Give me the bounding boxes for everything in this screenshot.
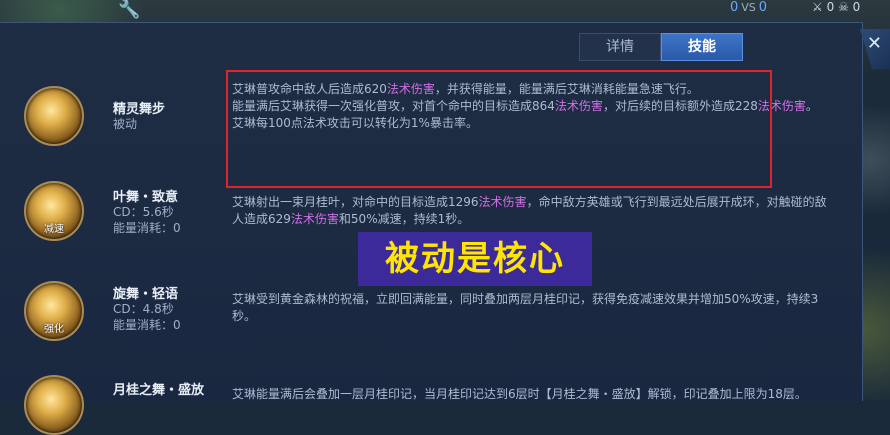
skill3-icon[interactable]: [24, 375, 84, 435]
skill-energy-cost: 能量消耗：0: [113, 318, 181, 332]
settings-wrench-icon[interactable]: 🔧: [118, 0, 142, 22]
skill-cooldown: CD：4.8秒: [113, 302, 174, 316]
score-right: 0: [758, 0, 768, 15]
kd-left: 0: [826, 0, 835, 14]
skill-cooldown: CD：5.6秒: [113, 205, 174, 219]
tab-details[interactable]: 详情: [579, 33, 661, 61]
top-hud: 🔧 0 VS 0 ⚔ 0 ☠ 0: [0, 0, 890, 22]
skill-name: 精灵舞步: [113, 102, 166, 117]
kd-right: 0: [852, 0, 861, 14]
skill-energy-cost: 能量消耗：0: [113, 221, 181, 235]
skill-description: 艾琳受到黄金森林的祝福，立即回满能量，同时叠加两层月桂印记，获得免疫减速效果并增…: [232, 292, 819, 323]
skill-name: 旋舞・轻语: [113, 287, 179, 302]
desc-text: 。: [805, 99, 818, 113]
desc-text: 艾琳射出一束月桂叶，对命中的目标造成1296: [232, 195, 479, 209]
skill-icon-tag: 强化: [44, 324, 64, 335]
close-icon[interactable]: ✕: [867, 33, 882, 54]
sword-icon: ⚔: [812, 0, 823, 14]
skill-type: 被动: [113, 117, 138, 131]
tab-bar: 详情 技能: [579, 33, 743, 61]
video-caption: 被动是核心: [358, 232, 592, 286]
highlight-box: [226, 70, 772, 188]
score-left: 0: [730, 0, 739, 15]
score-display: 0 VS 0: [730, 0, 767, 15]
hero-info-panel: ✕ 详情 技能 精灵舞步 被动 艾琳普攻命中敌人后造成620法术伤害，并获得能量…: [0, 22, 890, 435]
magic-damage-text: 法术伤害: [290, 212, 339, 226]
passive-skill-icon[interactable]: [24, 86, 84, 146]
magic-damage-text: 法术伤害: [478, 195, 527, 209]
vs-label: VS: [741, 1, 756, 14]
kd-display: ⚔ 0 ☠ 0: [812, 0, 860, 14]
tab-skills[interactable]: 技能: [661, 33, 743, 61]
skull-icon: ☠: [838, 0, 849, 14]
skill-name: 月桂之舞・盛放: [113, 383, 205, 398]
desc-text: 和50%减速，持续1秒。: [338, 212, 470, 226]
skill1-icon[interactable]: 减速: [24, 181, 84, 241]
skill-description: 艾琳能量满后会叠加一层月桂印记，当月桂印记达到6层时【月桂之舞・盛放】解锁，印记…: [232, 387, 807, 401]
skill-icon-tag: 减速: [44, 224, 64, 235]
skill2-icon[interactable]: 强化: [24, 281, 84, 341]
skill-description: 艾琳射出一束月桂叶，对命中的目标造成1296法术伤害，命中敌方英雄或飞行到最远处…: [232, 194, 837, 228]
skill-name: 叶舞・致意: [113, 190, 179, 205]
